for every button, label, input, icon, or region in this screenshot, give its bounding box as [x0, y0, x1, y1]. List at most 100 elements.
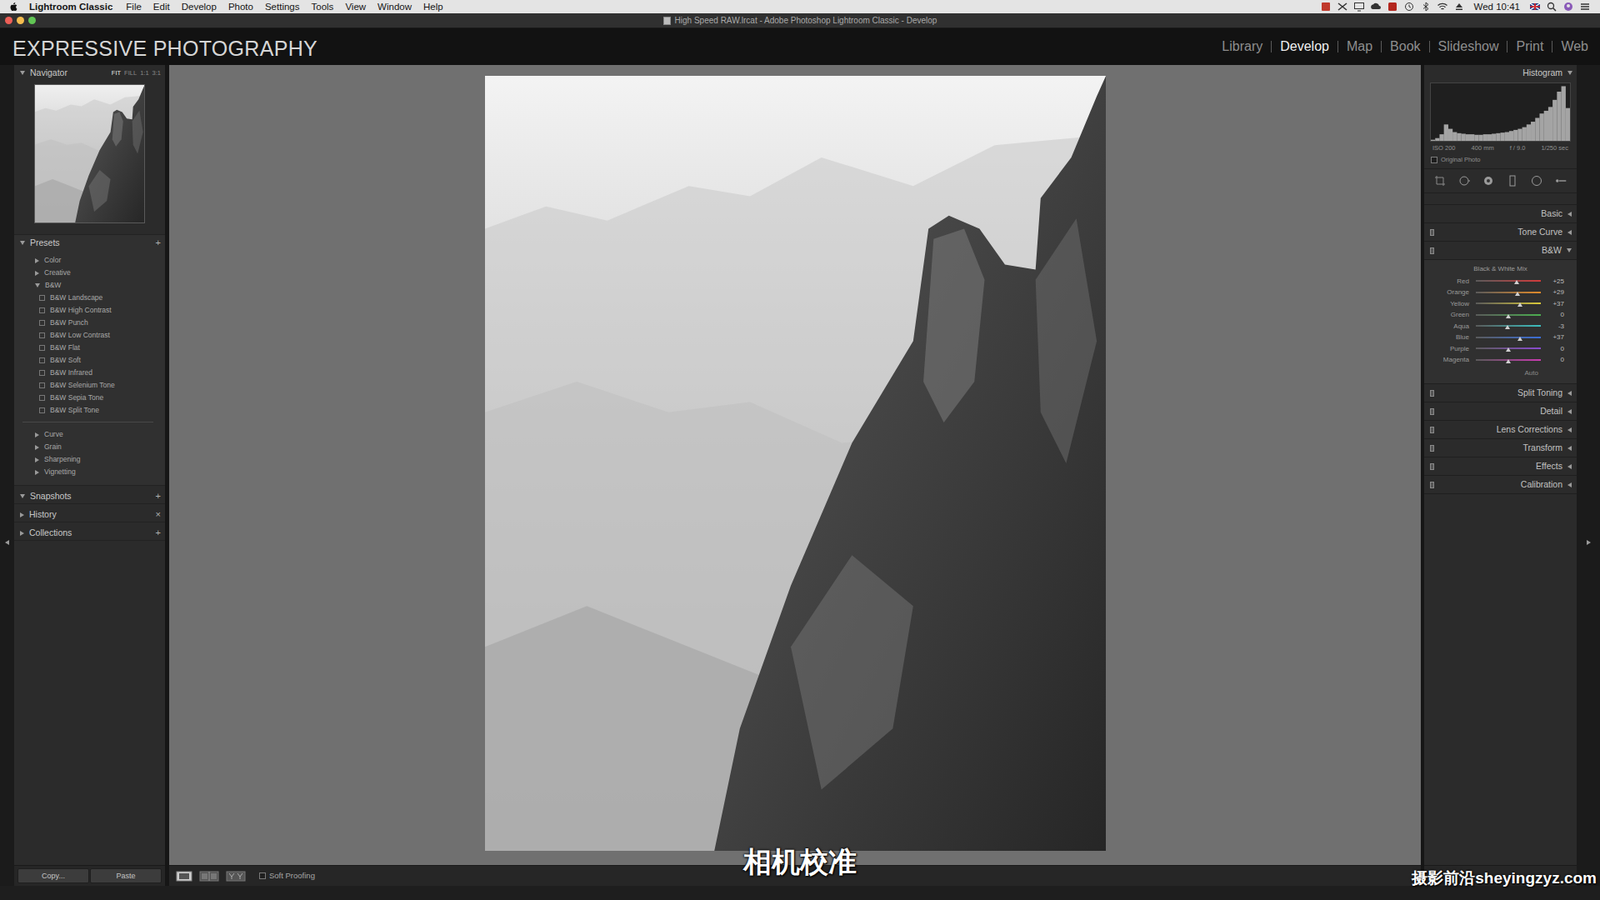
preset-label[interactable]: B&W Soft — [50, 355, 81, 365]
user-icon[interactable] — [1562, 1, 1575, 12]
slider-track[interactable] — [1475, 336, 1541, 339]
panel-switch[interactable] — [1430, 481, 1435, 489]
disclosure-triangle-icon[interactable] — [1567, 409, 1572, 415]
apple-icon[interactable] — [8, 0, 20, 13]
close-button[interactable] — [5, 16, 13, 25]
preset-label[interactable]: B&W High Contrast — [50, 305, 112, 315]
panel-title[interactable]: Basic — [1540, 208, 1563, 220]
slider-track[interactable] — [1475, 359, 1541, 361]
panel-header[interactable]: Transform — [1424, 439, 1577, 458]
panel-title[interactable]: Tone Curve — [1517, 226, 1563, 238]
spot-removal-icon[interactable] — [1458, 175, 1470, 187]
disclosure-triangle-icon[interactable] — [35, 457, 40, 463]
loupe-view-icon[interactable] — [175, 870, 193, 882]
disclosure-triangle-icon[interactable] — [1567, 464, 1572, 470]
preset-label[interactable]: B&W Sepia Tone — [50, 393, 104, 402]
menu-item[interactable]: Window — [371, 0, 418, 14]
input-source-icon[interactable] — [1529, 1, 1541, 12]
disclosure-triangle-icon[interactable] — [20, 240, 25, 245]
soft-proofing-checkbox[interactable] — [259, 872, 266, 880]
disclosure-triangle-icon[interactable] — [1566, 248, 1572, 253]
panel-title[interactable]: Transform — [1523, 442, 1563, 454]
preset-label[interactable]: B&W Landscape — [50, 293, 103, 302]
slider-track[interactable] — [1475, 280, 1541, 282]
slider-value[interactable]: 0 — [1540, 310, 1565, 320]
navigator-header[interactable]: NavigatorFITFILL1:13:1 — [14, 65, 165, 80]
zoom-option[interactable]: 1:1 — [140, 69, 149, 77]
disclosure-triangle-icon[interactable] — [1567, 445, 1572, 451]
slider-thumb[interactable] — [1505, 347, 1511, 352]
section-action-button[interactable]: + — [155, 528, 161, 538]
navigator-thumbnail[interactable] — [34, 84, 145, 224]
collapse-right-icon[interactable] — [1586, 540, 1591, 545]
slider-value[interactable]: 0 — [1540, 345, 1565, 354]
bluetooth-icon[interactable] — [1420, 1, 1432, 12]
panel-title[interactable]: Navigator — [30, 67, 68, 79]
menu-item[interactable]: Settings — [259, 0, 306, 14]
disclosure-triangle-icon[interactable] — [1567, 230, 1572, 235]
disclosure-triangle-icon[interactable] — [1567, 390, 1572, 396]
auto-button[interactable]: Auto — [1424, 365, 1577, 378]
module-tab[interactable]: Web — [1551, 40, 1589, 53]
app-menu[interactable]: Lightroom Classic — [22, 0, 120, 14]
panel-header[interactable]: Effects — [1424, 457, 1577, 476]
preset-item[interactable]: B&W High Contrast — [14, 304, 162, 317]
preset-item[interactable]: B&W Low Contrast — [14, 329, 162, 342]
disclosure-triangle-icon[interactable] — [20, 494, 25, 499]
copy-button[interactable]: Copy... — [17, 868, 90, 884]
menu-item[interactable]: Develop — [175, 0, 223, 14]
slider-value[interactable]: +25 — [1540, 277, 1565, 286]
preset-group[interactable]: Sharpening — [14, 453, 162, 466]
collapse-left-icon[interactable] — [5, 540, 10, 545]
panel-title[interactable]: Split Toning — [1517, 387, 1563, 399]
disclosure-triangle-icon[interactable] — [1567, 482, 1572, 488]
preset-group-label[interactable]: Grain — [44, 442, 62, 451]
status-red-icon[interactable] — [1386, 1, 1399, 12]
panel-title[interactable]: Detail — [1540, 405, 1563, 417]
slider-track[interactable] — [1475, 314, 1541, 316]
disclosure-triangle-icon[interactable] — [35, 432, 40, 438]
preset-item[interactable]: B&W Split Tone — [14, 404, 162, 417]
preset-label[interactable]: B&W Flat — [50, 343, 80, 352]
preset-item[interactable]: B&W Landscape — [14, 291, 162, 305]
right-edge[interactable] — [1576, 65, 1600, 886]
panel-header[interactable]: Calibration — [1424, 475, 1577, 495]
panel-title[interactable]: Effects — [1535, 460, 1563, 472]
menu-item[interactable]: Help — [417, 0, 450, 14]
section-action-button[interactable]: + — [155, 491, 161, 501]
panel-title[interactable]: Lens Corrections — [1496, 424, 1563, 435]
panel-title[interactable]: History — [29, 509, 57, 520]
disclosure-triangle-icon[interactable] — [35, 270, 40, 276]
panel-title[interactable]: Calibration — [1520, 479, 1563, 490]
zoom-option[interactable]: 3:1 — [152, 69, 161, 77]
disclosure-triangle-icon[interactable] — [35, 283, 40, 288]
disclosure-triangle-icon[interactable] — [20, 530, 25, 536]
menu-item[interactable]: View — [339, 0, 372, 14]
eject-icon[interactable] — [1453, 1, 1465, 12]
soft-proofing-option[interactable]: Soft Proofing — [259, 870, 315, 880]
preset-item[interactable]: B&W Punch — [14, 316, 162, 330]
time-machine-icon[interactable] — [1403, 1, 1415, 12]
preset-label[interactable]: B&W Punch — [50, 318, 89, 327]
menu-item[interactable]: Edit — [147, 0, 176, 14]
disclosure-triangle-icon[interactable] — [1567, 211, 1572, 217]
slider-thumb[interactable] — [1514, 280, 1520, 285]
graduated-filter-icon[interactable] — [1506, 175, 1519, 187]
zoom-option[interactable]: FIT — [111, 69, 121, 77]
adjustment-brush-icon[interactable] — [1555, 175, 1567, 187]
slider-track[interactable] — [1475, 302, 1541, 305]
preset-label[interactable]: B&W Selenium Tone — [50, 380, 115, 390]
panel-switch[interactable] — [1430, 426, 1435, 434]
add-preset-button[interactable]: + — [155, 238, 161, 248]
preset-item[interactable]: B&W Sepia Tone — [14, 391, 162, 405]
preset-item[interactable]: B&W Selenium Tone — [14, 379, 162, 392]
slider-value[interactable]: -3 — [1540, 322, 1565, 331]
disclosure-triangle-icon[interactable] — [1567, 70, 1573, 75]
menu-item[interactable]: Photo — [222, 0, 260, 14]
menu-item[interactable]: File — [120, 0, 148, 14]
original-photo-checkbox[interactable] — [1430, 156, 1438, 164]
status-x-icon[interactable] — [1336, 1, 1349, 12]
slider-value[interactable]: +29 — [1540, 288, 1565, 297]
minimize-button[interactable] — [16, 16, 25, 25]
red-eye-icon[interactable] — [1482, 175, 1495, 187]
